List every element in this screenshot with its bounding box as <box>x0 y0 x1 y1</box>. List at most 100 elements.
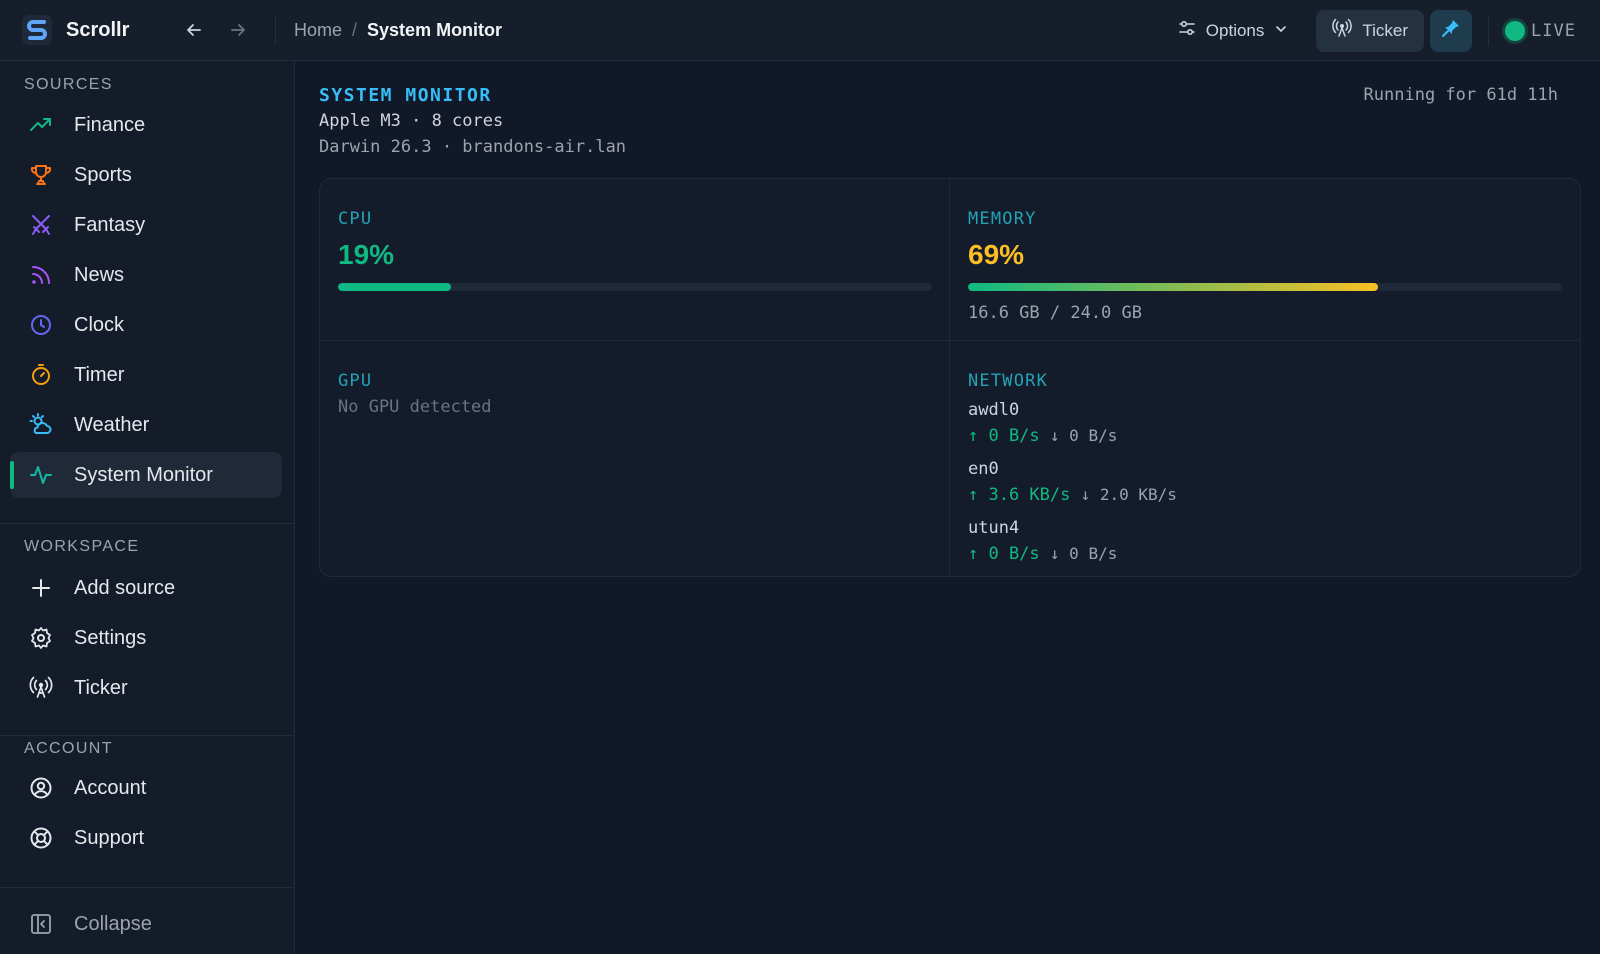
sidebar-item-label: Sports <box>74 163 132 186</box>
user-circle-icon <box>28 775 54 801</box>
interface-name: utun4 <box>968 518 1020 538</box>
network-panel: NETWORK awdl0 ↑ 0 B/s ↓ 0 B/s en0 ↑ 3.6 … <box>950 341 1580 576</box>
collapse-button[interactable]: Collapse <box>10 901 282 947</box>
uptime: Running for 61d 11h <box>1363 85 1558 105</box>
sidebar-item-label: Add source <box>74 576 176 599</box>
sidebar-item-label: Weather <box>74 413 150 436</box>
sidebar-item-label: Timer <box>74 363 125 386</box>
cpu-label: CPU <box>338 209 373 229</box>
collapse-sidebar-icon <box>28 911 54 937</box>
chevron-down-icon <box>1274 21 1288 41</box>
divider <box>0 523 295 524</box>
section-label-sources: SOURCES <box>24 76 113 93</box>
gpu-panel: GPU No GPU detected <box>320 341 950 576</box>
sidebar-item-news[interactable]: News <box>10 252 282 298</box>
upload-rate: ↑ 0 B/s <box>968 426 1040 446</box>
breadcrumb-separator: / <box>352 19 358 40</box>
sidebar-item-clock[interactable]: Clock <box>10 302 282 348</box>
sidebar-item-sports[interactable]: Sports <box>10 152 282 198</box>
list-item: awdl0 ↑ 0 B/s ↓ 0 B/s <box>968 397 1177 449</box>
weather-icon <box>28 412 54 438</box>
interface-name: en0 <box>968 459 999 479</box>
breadcrumb-home[interactable]: Home <box>294 20 342 41</box>
sidebar-item-label: Finance <box>74 113 146 136</box>
sidebar-item-weather[interactable]: Weather <box>10 402 282 448</box>
scrollr-logo-icon <box>22 15 52 45</box>
cpu-info: Apple M3 · 8 cores <box>319 111 504 131</box>
memory-label: MEMORY <box>968 209 1037 229</box>
rss-icon <box>28 262 54 288</box>
live-label: LIVE <box>1531 20 1576 41</box>
upload-rate: ↑ 3.6 KB/s <box>968 485 1071 505</box>
broadcast-icon <box>1332 18 1353 43</box>
network-interface-list: awdl0 ↑ 0 B/s ↓ 0 B/s en0 ↑ 3.6 KB/s ↓ 2… <box>968 397 1177 574</box>
cpu-percent: 19% <box>338 239 395 270</box>
sidebar-item-label: News <box>74 263 125 286</box>
gear-icon <box>28 625 54 651</box>
sidebar-item-add-source[interactable]: Add source <box>10 565 282 611</box>
options-label: Options <box>1205 20 1265 40</box>
upload-rate: ↑ 0 B/s <box>968 544 1040 564</box>
cpu-bar <box>338 283 932 291</box>
options-button[interactable]: Options <box>1164 10 1303 52</box>
collapse-label: Collapse <box>74 912 152 935</box>
sidebar-item-timer[interactable]: Timer <box>10 352 282 398</box>
lifebuoy-icon <box>28 825 54 851</box>
swords-icon <box>28 212 54 238</box>
breadcrumb: Home / System Monitor <box>294 20 502 41</box>
sidebar-item-settings[interactable]: Settings <box>10 615 282 661</box>
back-arrow-icon[interactable] <box>177 13 211 47</box>
trophy-icon <box>28 162 54 188</box>
sidebar-item-label: Support <box>74 826 145 849</box>
divider <box>275 15 276 45</box>
ticker-button-label: Ticker <box>1362 20 1409 40</box>
ticker-button[interactable]: Ticker <box>1316 9 1425 52</box>
download-rate: ↓ 0 B/s <box>1049 426 1118 445</box>
cpu-panel: CPU 19% <box>320 179 950 341</box>
cpu-bar-fill <box>338 283 451 291</box>
divider <box>0 735 295 736</box>
list-item: en0 ↑ 3.6 KB/s ↓ 2.0 KB/s <box>968 456 1177 508</box>
sidebar-item-ticker[interactable]: Ticker <box>10 665 282 711</box>
gpu-label: GPU <box>338 371 373 391</box>
sidebar-item-label: System Monitor <box>74 463 213 486</box>
sidebar-item-label: Ticker <box>74 676 128 699</box>
plus-icon <box>28 575 54 601</box>
timer-icon <box>28 362 54 388</box>
sidebar-item-fantasy[interactable]: Fantasy <box>10 202 282 248</box>
monitor-grid: CPU 19% MEMORY 69% 16.6 GB / 24.0 GB GPU… <box>319 178 1581 577</box>
breadcrumb-current: System Monitor <box>367 19 503 40</box>
sliders-icon <box>1178 19 1196 42</box>
os-info: Darwin 26.3 · brandons-air.lan <box>319 137 627 157</box>
sidebar-item-support[interactable]: Support <box>10 815 282 861</box>
pin-button[interactable] <box>1430 9 1473 52</box>
memory-percent: 69% <box>968 239 1025 270</box>
page-title: SYSTEM MONITOR <box>319 85 492 106</box>
sidebar-item-system-monitor[interactable]: System Monitor <box>10 452 282 498</box>
sidebar-item-label: Clock <box>74 313 125 336</box>
sidebar-item-label: Account <box>74 776 147 799</box>
main-content: SYSTEM MONITOR Apple M3 · 8 cores Darwin… <box>296 61 1600 954</box>
activity-icon <box>28 462 54 488</box>
memory-detail: 16.6 GB / 24.0 GB <box>968 303 1142 323</box>
brand[interactable]: Scrollr <box>0 15 147 45</box>
divider <box>1488 15 1490 46</box>
memory-panel: MEMORY 69% 16.6 GB / 24.0 GB <box>950 179 1580 341</box>
clock-icon <box>28 312 54 338</box>
forward-arrow-icon[interactable] <box>221 13 255 47</box>
sidebar: SOURCES Finance Sports Fantasy News Cloc… <box>0 61 295 954</box>
section-label-account: ACCOUNT <box>24 740 113 757</box>
live-dot-icon <box>1505 20 1526 41</box>
sidebar-item-label: Settings <box>74 626 147 649</box>
gpu-status: No GPU detected <box>338 397 492 417</box>
network-label: NETWORK <box>968 371 1049 391</box>
sidebar-item-finance[interactable]: Finance <box>10 102 282 148</box>
pin-icon <box>1441 18 1461 43</box>
memory-bar-fill <box>968 283 1378 291</box>
list-item: utun4 ↑ 0 B/s ↓ 0 B/s <box>968 515 1177 567</box>
sidebar-item-account[interactable]: Account <box>10 765 282 811</box>
broadcast-icon <box>28 675 54 701</box>
app-name: Scrollr <box>66 18 130 41</box>
memory-bar <box>968 283 1562 291</box>
interface-name: awdl0 <box>968 400 1020 420</box>
